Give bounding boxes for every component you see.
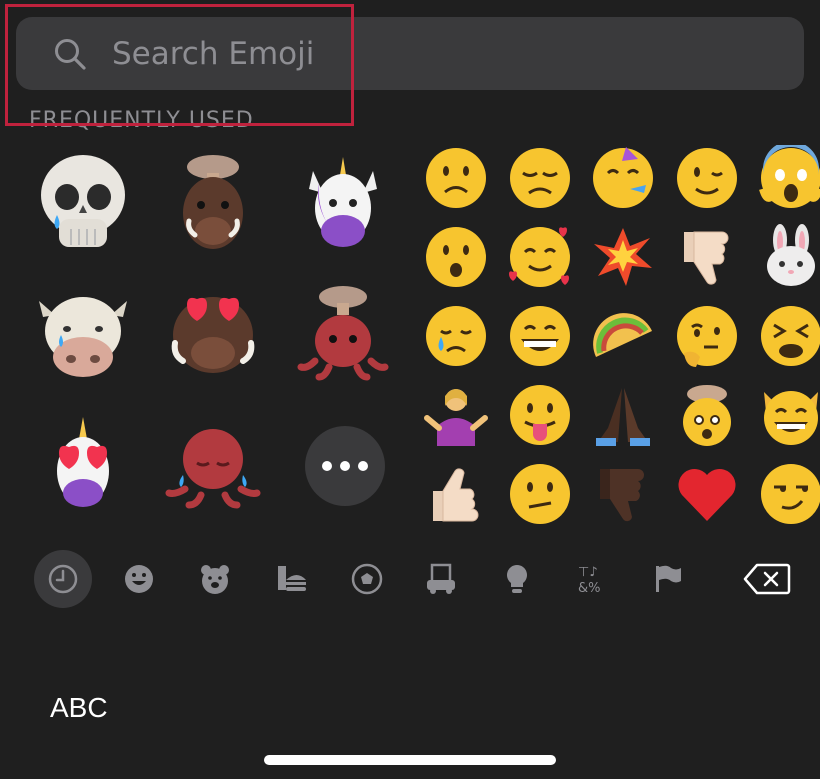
emoji-face-with-open-mouth[interactable] — [423, 224, 489, 290]
search-input[interactable] — [112, 32, 712, 76]
emoji-rabbit-face[interactable] — [758, 224, 820, 290]
svg-text:⊤♪: ⊤♪ — [578, 565, 598, 580]
face-screaming-in-fear-icon — [759, 141, 820, 208]
category-frequently-used[interactable] — [34, 550, 92, 608]
emoji-slightly-frowning-face[interactable] — [423, 145, 489, 211]
emoji-face-screaming-in-fear[interactable] — [758, 141, 820, 211]
face-with-open-mouth-icon — [426, 227, 486, 287]
emoji-crying-face[interactable] — [423, 303, 489, 369]
emoji-exploding-head[interactable] — [674, 382, 740, 448]
red-heart-icon — [678, 468, 736, 521]
collision-icon — [594, 228, 652, 286]
more-memoji-button[interactable] — [305, 426, 385, 506]
memoji-skull-crying[interactable] — [33, 153, 133, 253]
emoji-confused-face[interactable] — [507, 461, 573, 527]
delete-button[interactable] — [742, 554, 792, 604]
grinning-face-with-smiling-eyes-icon — [510, 306, 570, 366]
memoji-unicorn[interactable] — [293, 153, 393, 253]
memoji-unicorn-heart-eyes[interactable] — [33, 413, 133, 513]
category-symbols[interactable]: ⊤♪ &% — [568, 554, 618, 604]
category-travel[interactable] — [416, 554, 466, 604]
svg-text:&%: &% — [578, 581, 601, 596]
emoji-face-with-tongue[interactable] — [507, 382, 573, 448]
more-dot — [322, 461, 332, 471]
boar-memoji-icon — [183, 155, 243, 249]
tired-face-icon — [761, 306, 820, 366]
slightly-frowning-face-icon — [426, 148, 486, 208]
thumbs-down-light-icon — [684, 231, 729, 285]
skull-memoji-icon — [41, 155, 125, 247]
grinning-cat-icon — [764, 391, 818, 445]
octopus-memoji-icon — [297, 286, 389, 381]
category-animals[interactable] — [190, 554, 240, 604]
abc-keyboard-button[interactable]: ABC — [50, 692, 108, 724]
memoji-boar-mind-blown[interactable] — [163, 153, 263, 253]
category-smileys[interactable] — [114, 554, 164, 604]
boar-memoji-icon — [171, 297, 255, 373]
cow-memoji-icon — [39, 297, 127, 377]
winking-face-icon — [677, 148, 737, 208]
disappointed-face-icon — [510, 148, 570, 208]
emoji-thinking-face[interactable] — [674, 303, 740, 369]
emoji-red-heart[interactable] — [674, 461, 740, 527]
emoji-smiling-face-with-hearts[interactable] — [507, 224, 573, 290]
emoji-smirking-face[interactable] — [758, 461, 820, 527]
category-food[interactable] — [266, 554, 316, 604]
category-objects[interactable] — [492, 554, 542, 604]
section-label-frequently-used: FREQUENTLY USED — [29, 108, 254, 133]
emoji-grinning-face-with-smiling-eyes[interactable] — [507, 303, 573, 369]
thumbs-up-light-icon — [433, 468, 479, 522]
thinking-face-icon — [677, 306, 737, 367]
emoji-collision[interactable] — [590, 224, 656, 290]
emoji-winking-face[interactable] — [674, 145, 740, 211]
emoji-taco[interactable] — [590, 303, 656, 369]
lightbulb-icon — [507, 565, 527, 593]
soccer-ball-icon — [351, 563, 383, 595]
confused-face-icon — [510, 464, 570, 524]
unicorn-memoji-icon — [309, 157, 377, 247]
emoji-disappointed-face[interactable] — [507, 145, 573, 211]
smirking-face-icon — [761, 464, 820, 524]
person-shrugging-icon — [424, 389, 488, 446]
search-bar[interactable] — [16, 17, 804, 90]
emoji-person-shrugging[interactable] — [423, 382, 489, 448]
taco-icon — [593, 313, 652, 357]
memoji-octopus-crying[interactable] — [163, 413, 263, 513]
building-icon — [427, 563, 455, 594]
emoji-thumbs-up-light[interactable] — [423, 461, 489, 527]
symbols-icon: ⊤♪ &% — [578, 565, 601, 596]
burger-icon — [278, 566, 306, 591]
more-dot — [358, 461, 368, 471]
more-dot — [340, 461, 350, 471]
category-flags[interactable] — [642, 554, 692, 604]
bear-icon — [201, 565, 229, 594]
thumbs-down-dark-icon — [600, 469, 644, 522]
octopus-memoji-icon — [165, 429, 261, 509]
crying-face-icon — [426, 306, 486, 366]
smiling-face-with-hearts-icon — [509, 227, 570, 287]
memoji-octopus-mind-blown[interactable] — [293, 283, 393, 383]
emoji-grinning-cat[interactable] — [758, 382, 820, 448]
emoji-partying-face[interactable] — [590, 145, 656, 211]
emoji-folded-hands-dark[interactable] — [590, 382, 656, 448]
flag-icon — [656, 565, 681, 592]
rabbit-face-icon — [767, 224, 815, 286]
memoji-boar-heart-eyes[interactable] — [163, 283, 263, 383]
folded-hands-dark-icon — [596, 388, 650, 446]
unicorn-memoji-icon — [57, 417, 109, 507]
emoji-thumbs-down-dark[interactable] — [590, 461, 656, 527]
search-icon — [55, 39, 86, 70]
exploding-head-icon — [683, 385, 731, 446]
home-indicator — [264, 755, 556, 765]
delete-icon — [743, 563, 791, 595]
emoji-thumbs-down-light[interactable] — [674, 224, 740, 290]
partying-face-icon — [593, 147, 653, 208]
face-with-tongue-icon — [510, 385, 570, 445]
clock-icon — [48, 564, 78, 594]
emoji-tired-face[interactable] — [758, 303, 820, 369]
smiley-icon — [125, 565, 153, 593]
category-activity[interactable] — [342, 554, 392, 604]
memoji-cow-crying[interactable] — [33, 283, 133, 383]
